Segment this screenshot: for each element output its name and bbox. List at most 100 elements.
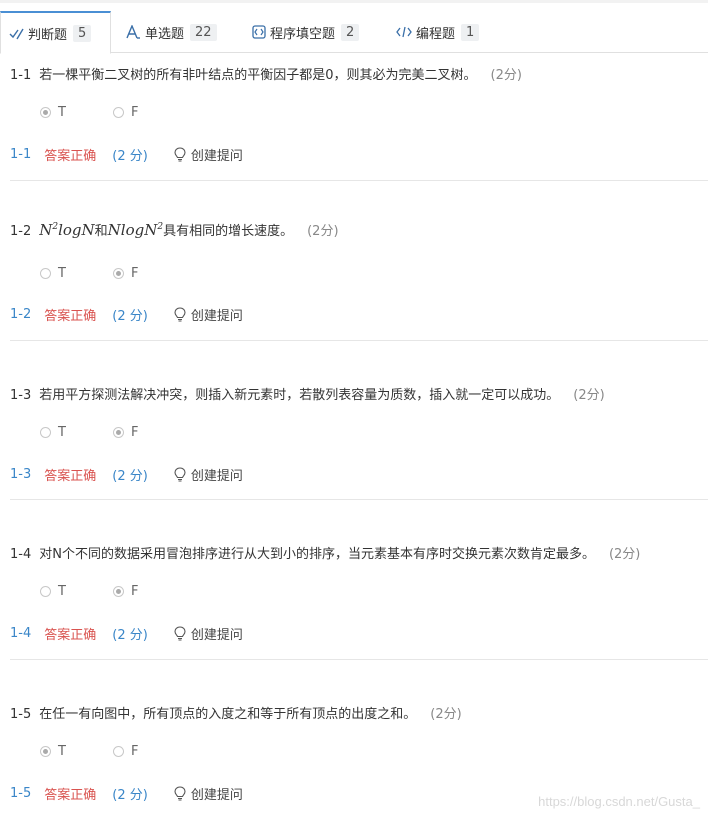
tab-label: 判断题 <box>28 27 68 43</box>
result-status: 答案正确 <box>44 309 97 324</box>
watermark: https://blog.csdn.net/Gusta_ <box>538 794 700 809</box>
lightbulb-icon <box>174 467 186 482</box>
option-label: T <box>58 584 66 599</box>
answer-result: 1-5 答案正确 (2 分) 创建提问 <box>10 784 243 803</box>
radio-button[interactable] <box>40 586 51 597</box>
radio-button[interactable] <box>40 107 51 118</box>
option-label: F <box>131 105 139 120</box>
option-label: T <box>58 425 66 440</box>
radio-button[interactable] <box>113 107 124 118</box>
hint-label: 创建提问 <box>190 309 243 324</box>
divider <box>10 499 708 500</box>
question-score: (2分) <box>307 224 339 239</box>
radio-button[interactable] <box>113 586 124 597</box>
tab-count-badge: 5 <box>73 24 92 42</box>
result-status: 答案正确 <box>44 628 97 643</box>
hint-label: 创建提问 <box>190 788 243 803</box>
create-question-link[interactable]: 创建提问 <box>174 784 243 803</box>
tab-count-badge: 1 <box>461 23 480 41</box>
result-points: (2 分) <box>112 788 148 803</box>
question-score: (2分) <box>608 547 641 562</box>
result-number[interactable]: 1-3 <box>10 467 31 482</box>
question-body: 在任一有向图中，所有顶点的入度之和等于所有顶点的出度之和。 <box>39 707 417 722</box>
answer-result: 1-2 答案正确 (2 分) 创建提问 <box>10 305 243 324</box>
hint-label: 创建提问 <box>190 628 243 643</box>
radio-button[interactable] <box>40 427 51 438</box>
result-points: (2 分) <box>112 469 148 484</box>
question-text: 1-5 在任一有向图中，所有顶点的入度之和等于所有顶点的出度之和。 (2分) <box>10 703 462 722</box>
option-true[interactable]: T <box>40 584 66 599</box>
radio-button[interactable] <box>113 268 124 279</box>
option-label: T <box>58 266 66 281</box>
radio-button[interactable] <box>113 427 124 438</box>
option-false[interactable]: F <box>113 105 138 120</box>
question-body: 具有相同的增长速度。 <box>163 224 294 239</box>
question-text: 1-4 对N个不同的数据采用冒泡排序进行从大到小的排序，当元素基本有序时交换元素次… <box>10 543 640 562</box>
option-label: F <box>131 266 139 281</box>
lightbulb-icon <box>174 786 186 801</box>
result-status: 答案正确 <box>44 788 97 803</box>
question-number: 1-1 <box>10 68 32 83</box>
divider <box>10 659 708 660</box>
lightbulb-icon <box>174 307 186 322</box>
question-text: 1-1 若一棵平衡二叉树的所有非叶结点的平衡因子都是0，则其必为完美二叉树。 (2分… <box>10 64 522 83</box>
create-question-link[interactable]: 创建提问 <box>174 145 243 164</box>
option-true[interactable]: T <box>40 266 66 281</box>
tab-true-false[interactable]: 判断题 5 <box>0 11 111 54</box>
math-expression: NlogN2 <box>107 221 164 239</box>
option-label: F <box>131 744 139 759</box>
radio-button[interactable] <box>40 746 51 757</box>
question-number: 1-5 <box>10 707 32 722</box>
option-label: F <box>131 584 139 599</box>
tab-count-badge: 22 <box>190 23 217 41</box>
answer-result: 1-4 答案正确 (2 分) 创建提问 <box>10 624 243 643</box>
question-score: (2分) <box>573 388 605 403</box>
option-true[interactable]: T <box>40 425 66 440</box>
result-status: 答案正确 <box>44 469 97 484</box>
create-question-link[interactable]: 创建提问 <box>174 465 243 484</box>
radio-button[interactable] <box>40 268 51 279</box>
math-expression: N2logN <box>39 221 95 239</box>
option-label: T <box>58 105 66 120</box>
letter-a-icon <box>126 25 141 39</box>
option-false[interactable]: F <box>113 584 138 599</box>
tab-single-choice[interactable]: 单选题 22 <box>118 11 225 53</box>
lightbulb-icon <box>174 626 186 641</box>
option-true[interactable]: T <box>40 105 66 120</box>
lightbulb-icon <box>174 147 186 162</box>
result-number[interactable]: 1-5 <box>10 786 31 801</box>
create-question-link[interactable]: 创建提问 <box>174 624 243 643</box>
option-false[interactable]: F <box>113 744 138 759</box>
result-points: (2 分) <box>112 149 148 164</box>
answer-result: 1-1 答案正确 (2 分) 创建提问 <box>10 145 243 164</box>
tab-label: 编程题 <box>416 26 456 42</box>
option-true[interactable]: T <box>40 744 66 759</box>
check-pencil-icon <box>9 27 24 40</box>
tab-label: 程序填空题 <box>270 26 336 42</box>
option-false[interactable]: F <box>113 425 138 440</box>
top-border <box>0 0 708 3</box>
tab-program-fill[interactable]: 程序填空题 2 <box>244 11 367 53</box>
question-text: 1-2 N2logN和NlogN2具有相同的增长速度。 (2分) <box>10 220 339 239</box>
code-box-icon <box>252 25 266 39</box>
divider <box>10 340 708 341</box>
create-question-link[interactable]: 创建提问 <box>174 305 243 324</box>
result-points: (2 分) <box>112 628 148 643</box>
code-brackets-icon <box>396 26 412 38</box>
result-number[interactable]: 1-4 <box>10 626 31 641</box>
question-body: 若一棵平衡二叉树的所有非叶结点的平衡因子都是0，则其必为完美二叉树。 <box>39 68 477 83</box>
result-number[interactable]: 1-1 <box>10 147 31 162</box>
question-score: (2分) <box>490 68 522 83</box>
question-number: 1-4 <box>10 547 32 562</box>
result-number[interactable]: 1-2 <box>10 307 31 322</box>
question-score: (2分) <box>430 707 462 722</box>
tab-programming[interactable]: 编程题 1 <box>388 11 487 53</box>
option-label: F <box>131 425 139 440</box>
option-label: T <box>58 744 66 759</box>
tab-count-badge: 2 <box>341 23 360 41</box>
result-points: (2 分) <box>112 309 148 324</box>
option-false[interactable]: F <box>113 266 138 281</box>
question-body: 对N个不同的数据采用冒泡排序进行从大到小的排序，当元素基本有序时交换元素次数肯定… <box>39 547 595 562</box>
radio-button[interactable] <box>113 746 124 757</box>
question-number: 1-2 <box>10 224 32 239</box>
